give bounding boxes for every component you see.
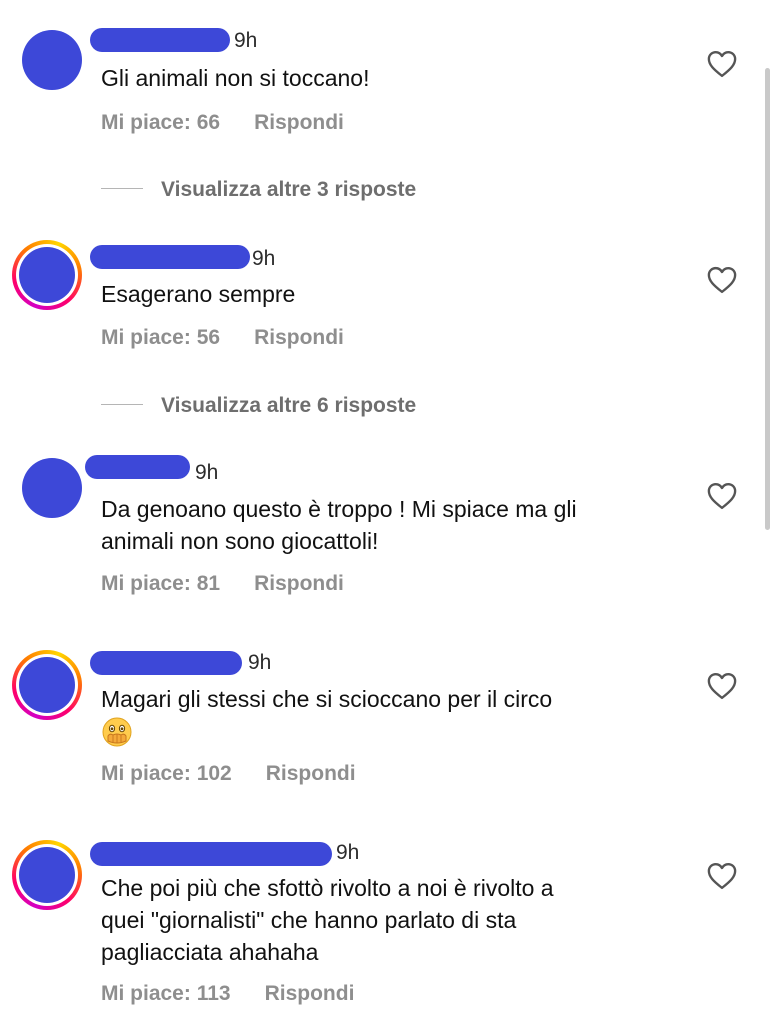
heart-icon[interactable]	[707, 266, 737, 294]
reply-button[interactable]: Rispondi	[254, 326, 344, 349]
divider-line	[101, 187, 143, 190]
avatar[interactable]	[12, 240, 82, 310]
avatar[interactable]	[12, 840, 82, 910]
comment-time: 9h	[252, 247, 276, 270]
username-redacted[interactable]	[90, 651, 242, 675]
heart-icon[interactable]	[707, 50, 737, 78]
like-count: Mi piace: 102	[101, 762, 232, 785]
divider-line	[101, 403, 143, 406]
like-count: Mi piace: 113	[101, 982, 231, 1005]
comment-meta: Mi piace: 81 Rispondi	[101, 572, 344, 596]
avatar[interactable]	[14, 22, 84, 92]
scrollbar[interactable]	[765, 68, 770, 530]
comment-text: Che poi più che sfottò rivolto a noi è r…	[101, 875, 554, 965]
comment-time: 9h	[336, 841, 360, 864]
comment-meta: Mi piace: 102 Rispondi	[101, 762, 356, 786]
view-more-replies-label: Visualizza altre 6 risposte	[161, 394, 417, 417]
username-redacted[interactable]	[90, 842, 332, 866]
comment-text: Da genoano questo è troppo ! Mi spiace m…	[101, 496, 577, 554]
comment-text: Gli animali non si toccano!	[101, 65, 370, 91]
view-more-replies-label: Visualizza altre 3 risposte	[161, 178, 417, 201]
comment-time: 9h	[248, 651, 272, 674]
avatar[interactable]	[12, 650, 82, 720]
comment-meta: Mi piace: 66 Rispondi	[101, 111, 344, 135]
reply-button[interactable]: Rispondi	[266, 762, 356, 785]
face-with-hand-over-mouth-emoji	[102, 717, 132, 747]
comment-meta: Mi piace: 56 Rispondi	[101, 326, 344, 350]
username-redacted[interactable]	[90, 28, 230, 52]
like-count: Mi piace: 56	[101, 326, 221, 349]
username-redacted[interactable]	[85, 455, 190, 479]
heart-icon[interactable]	[707, 672, 737, 700]
comment-time: 9h	[234, 29, 258, 52]
reply-button[interactable]: Rispondi	[254, 111, 344, 134]
view-more-replies-button[interactable]: Visualizza altre 3 risposte	[101, 178, 416, 202]
comment-text: Magari gli stessi che si scioccano per i…	[101, 686, 553, 712]
view-more-replies-button[interactable]: Visualizza altre 6 risposte	[101, 394, 416, 418]
comment-text: Esagerano sempre	[101, 281, 296, 307]
heart-icon[interactable]	[707, 862, 737, 890]
heart-icon[interactable]	[707, 482, 737, 510]
username-redacted[interactable]	[90, 245, 250, 269]
like-count: Mi piace: 66	[101, 111, 221, 134]
like-count: Mi piace: 81	[101, 572, 221, 595]
comment-meta: Mi piace: 113 Rispondi	[101, 982, 354, 1006]
reply-button[interactable]: Rispondi	[254, 572, 344, 595]
reply-button[interactable]: Rispondi	[265, 982, 355, 1005]
comment-time: 9h	[195, 461, 219, 484]
avatar[interactable]	[14, 450, 84, 520]
